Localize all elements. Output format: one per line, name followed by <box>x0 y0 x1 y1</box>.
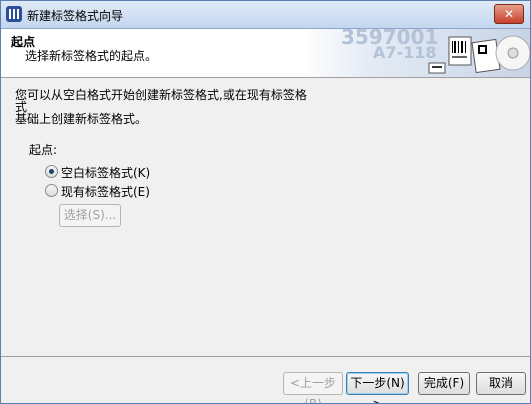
finish-button[interactable]: 完成(F) <box>418 372 470 395</box>
page-subtitle: 选择新标签格式的起点。 <box>25 49 158 63</box>
back-button[interactable]: <上一步(B) <box>283 372 343 403</box>
wizard-window: 新建标签格式向导 ✕ 3597001 A7-118 起点 选择新标签格式的起点。… <box>0 0 531 404</box>
header-divider <box>1 77 530 78</box>
radio-label: 空白标签格式(K) <box>61 166 151 180</box>
radio-selected-indicator[interactable] <box>45 165 58 178</box>
close-button[interactable]: ✕ <box>494 4 524 24</box>
header-banner-image: 3597001 A7-118 <box>301 29 530 77</box>
wizard-header: 3597001 A7-118 起点 选择新标签格式的起点。 <box>1 29 530 77</box>
select-button[interactable]: 选择(S)... <box>59 204 121 227</box>
label-illustration <box>428 35 530 74</box>
cancel-button[interactable]: 取消 <box>476 372 526 395</box>
next-button[interactable]: 下一步(N) > <box>346 372 409 403</box>
description-text: 您可以从空白格式开始创建新标签格式,或在现有标签格式 基础上创建新标签格式。 <box>15 89 315 125</box>
description-line: 您可以从空白格式开始创建新标签格式,或在现有标签格式 <box>15 88 307 114</box>
radio-unselected-indicator[interactable] <box>45 184 58 197</box>
start-point-label: 起点: <box>29 143 58 157</box>
title-bar: 新建标签格式向导 ✕ <box>1 1 530 29</box>
app-icon <box>6 6 22 22</box>
radio-label: 现有标签格式(E) <box>61 185 150 199</box>
description-line: 基础上创建新标签格式。 <box>15 112 148 126</box>
window-title: 新建标签格式向导 <box>27 9 124 23</box>
footer-divider <box>1 356 530 357</box>
